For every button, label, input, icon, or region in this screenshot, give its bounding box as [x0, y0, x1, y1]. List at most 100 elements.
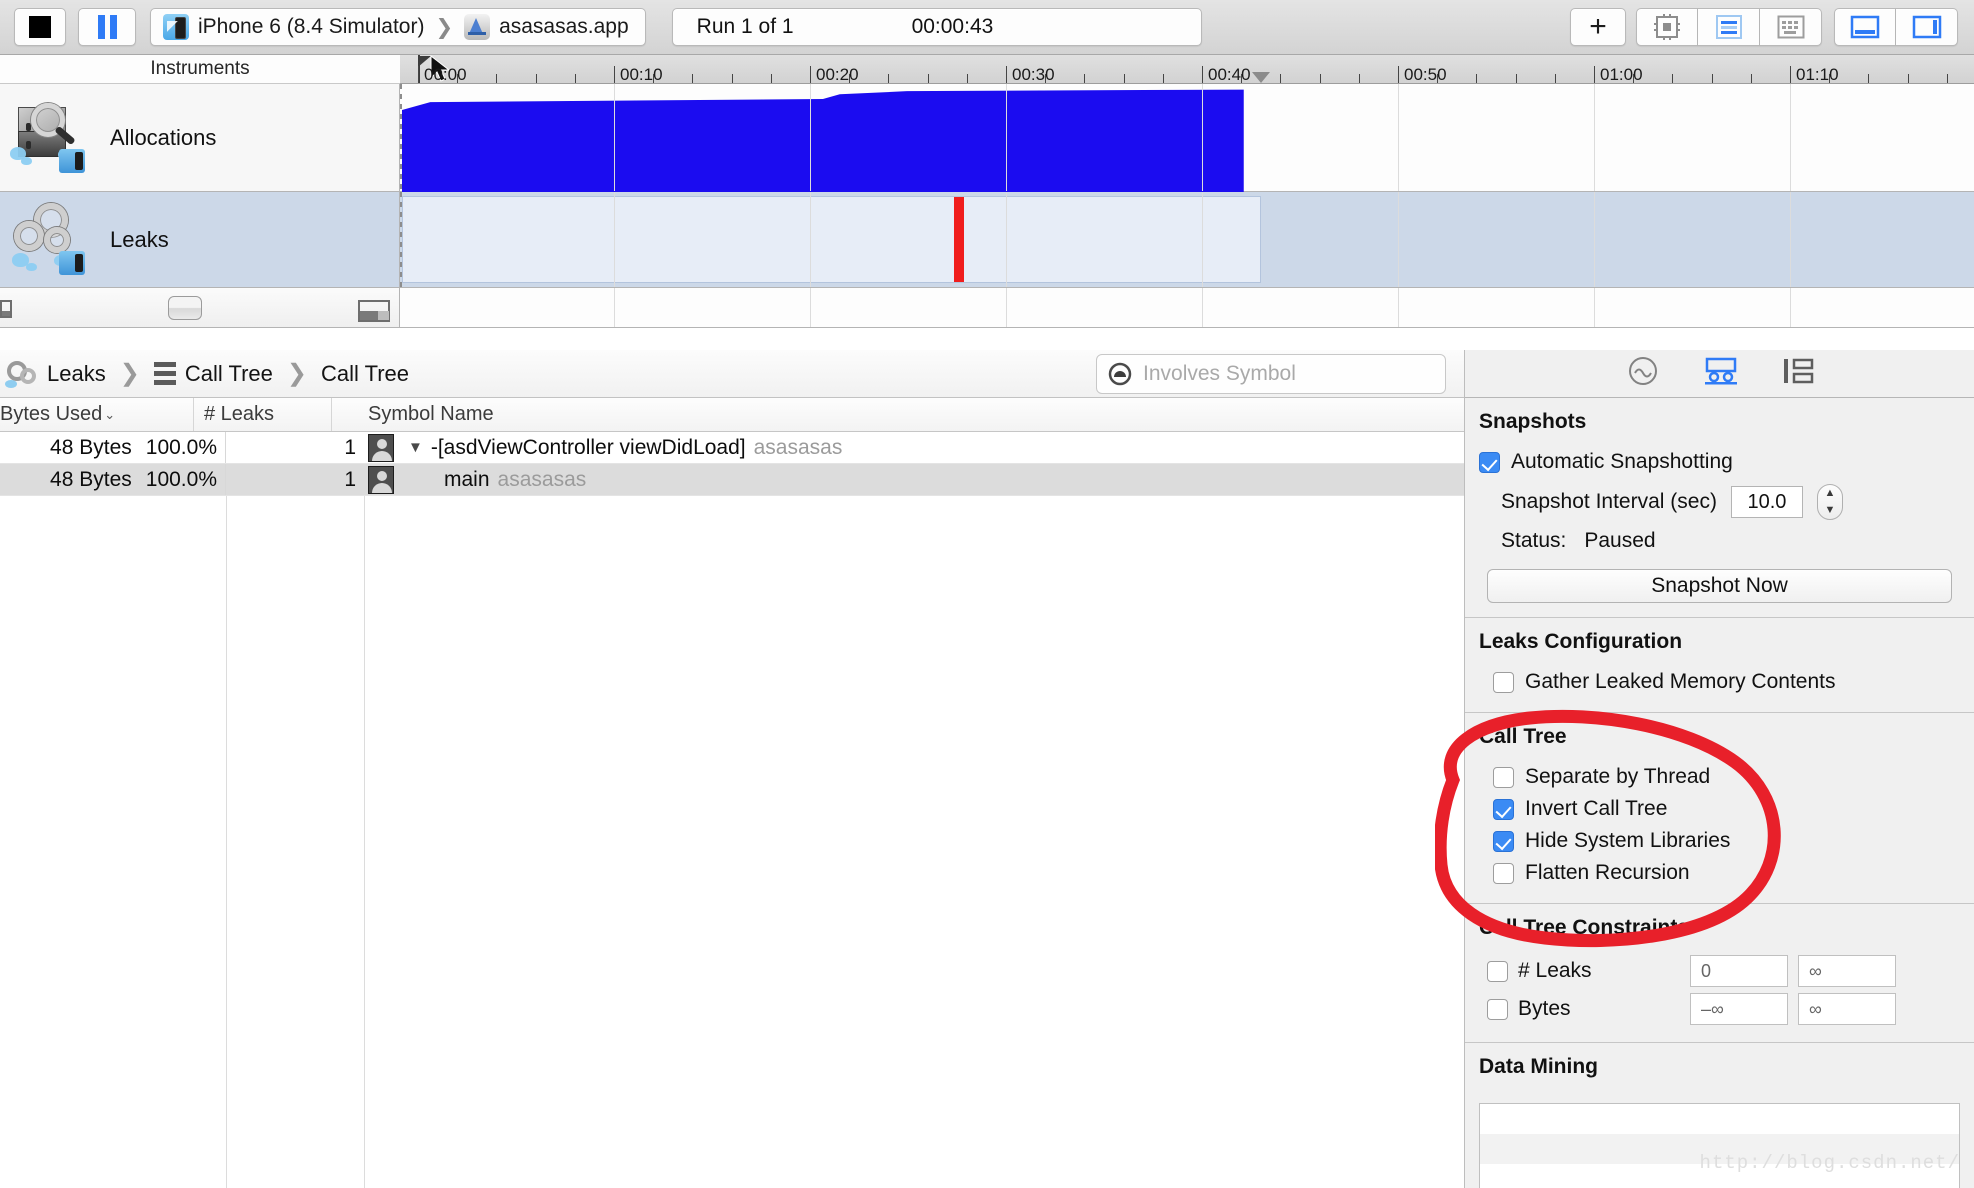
- toggle-right-panel-button[interactable]: [1896, 8, 1958, 46]
- view-mode-group: [1636, 8, 1822, 46]
- plus-icon: +: [1589, 10, 1607, 43]
- zoom-out-icon[interactable]: [0, 300, 24, 318]
- target-selector[interactable]: iPhone 6 (8.4 Simulator) ❯ asasasas.app: [150, 8, 646, 46]
- row-invert-call-tree[interactable]: Invert Call Tree: [1465, 793, 1974, 825]
- row-flatten-recursion[interactable]: Flatten Recursion: [1465, 857, 1974, 889]
- stepper-snapshot-interval[interactable]: ▲ ▼: [1816, 484, 1843, 520]
- cpu-strategy-button[interactable]: [1636, 8, 1698, 46]
- ruler-tick-minor: [1123, 74, 1125, 83]
- row-constraint-num-leaks[interactable]: # Leaks 0 ∞: [1465, 952, 1974, 990]
- jumpbar-level1[interactable]: Call Tree: [153, 361, 273, 387]
- hamburger-menu-icon[interactable]: [153, 362, 176, 385]
- tab-display-settings[interactable]: [1704, 355, 1738, 392]
- detail-view-button[interactable]: [1698, 8, 1760, 46]
- data-mining-list[interactable]: [1479, 1103, 1960, 1188]
- row-hide-system-libraries[interactable]: Hide System Libraries: [1465, 825, 1974, 857]
- row-library-value: asasasas: [753, 435, 843, 459]
- jumpbar-level2[interactable]: Call Tree: [321, 361, 409, 387]
- input-num-leaks-max[interactable]: ∞: [1798, 955, 1896, 987]
- checkbox-separate-by-thread[interactable]: [1493, 766, 1514, 788]
- row-snapshot-interval[interactable]: Snapshot Interval (sec) 10.0 ▲ ▼: [1465, 478, 1974, 524]
- run-count-label: Run 1 of 1: [696, 15, 794, 38]
- tab-record-settings[interactable]: [1626, 354, 1660, 393]
- track-zoom-bar[interactable]: [0, 288, 400, 328]
- section-snapshots: Snapshots Automatic Snapshotting Snapsho…: [1465, 398, 1974, 618]
- row-gather-leaked-memory[interactable]: Gather Leaked Memory Contents: [1465, 666, 1974, 698]
- table-row[interactable]: 48 Bytes 100.0% 1 ▼ -[asdViewController …: [0, 432, 1464, 464]
- track-graph-allocations[interactable]: [400, 84, 1974, 246]
- row-separate-by-thread[interactable]: Separate by Thread: [1465, 761, 1974, 793]
- tab-extended-detail[interactable]: [1782, 355, 1814, 392]
- timeline-footer-ruler: [400, 288, 1974, 328]
- section-call-tree: Call Tree Separate by Thread Invert Call…: [1465, 713, 1974, 904]
- timeline-gridline: [1006, 288, 1007, 327]
- console-keyboard-icon: [1777, 15, 1804, 39]
- snapshot-now-button[interactable]: Snapshot Now: [1487, 569, 1952, 603]
- bottom-panel-toggle-icon: [1850, 15, 1880, 39]
- checkbox-constraint-bytes[interactable]: [1487, 998, 1508, 1020]
- table-row[interactable]: 48 Bytes 100.0% 1 main asasasas: [0, 464, 1464, 496]
- thread-person-icon: [368, 433, 394, 462]
- timeline-gridline: [810, 192, 811, 287]
- cpu-chip-icon: [1654, 14, 1680, 40]
- ruler-tick-minor: [1162, 74, 1164, 83]
- stepper-down-icon[interactable]: ▼: [1824, 505, 1835, 516]
- row-constraint-bytes[interactable]: Bytes –∞ ∞: [1465, 990, 1974, 1028]
- stop-button[interactable]: [14, 8, 66, 46]
- input-snapshot-interval[interactable]: 10.0: [1730, 486, 1803, 518]
- section-title-call-tree-constraints: Call Tree Constraints: [1479, 916, 1690, 939]
- column-header-symbol-name[interactable]: Symbol Name: [332, 398, 1464, 431]
- ruler-tick-major: [810, 66, 811, 83]
- disclosure-triangle-icon[interactable]: ▼: [408, 439, 423, 456]
- column-label-bytes-used: Bytes Used: [0, 403, 103, 425]
- row-automatic-snapshotting[interactable]: Automatic Snapshotting: [1465, 446, 1974, 478]
- timeline-ruler[interactable]: 00:00 00:10 00:20 00:30 00:40 00:50 01:00 01:10: [400, 55, 1974, 84]
- column-header-bytes-used[interactable]: Bytes Used ⌄: [0, 398, 194, 431]
- section-title-leaks-configuration: Leaks Configuration: [1479, 630, 1683, 653]
- leak-event-marker[interactable]: [953, 197, 964, 282]
- search-input[interactable]: [1143, 361, 1435, 386]
- track-row-leaks[interactable]: Leaks: [0, 192, 1974, 288]
- detail-list-icon: [1715, 15, 1742, 39]
- ruler-tick-minor: [1750, 74, 1752, 83]
- jumpbar-instrument[interactable]: Leaks: [0, 359, 106, 389]
- call-tree-table-body[interactable]: 48 Bytes 100.0% 1 ▼ -[asdViewController …: [0, 432, 1464, 1188]
- display-settings-icon: [1704, 357, 1737, 385]
- checkbox-automatic-snapshotting[interactable]: [1479, 451, 1500, 473]
- watermark-text: http://blog.csdn.net/: [1699, 1152, 1960, 1174]
- timeline-gridline: [1202, 84, 1203, 191]
- ruler-tick-minor: [1280, 74, 1282, 83]
- involves-symbol-search[interactable]: [1096, 353, 1446, 394]
- run-status-field[interactable]: Run 1 of 1 00:00:43: [671, 8, 1202, 46]
- ruler-tick-minor: [574, 74, 576, 83]
- checkbox-gather-leaked-memory[interactable]: [1493, 671, 1514, 693]
- add-instrument-button[interactable]: +: [1570, 8, 1626, 46]
- column-header-num-leaks[interactable]: # Leaks: [194, 398, 332, 431]
- checkbox-hide-system-libraries[interactable]: [1493, 830, 1514, 852]
- section-title-call-tree: Call Tree: [1479, 725, 1567, 748]
- pause-button[interactable]: [78, 8, 136, 46]
- toggle-bottom-panel-button[interactable]: [1834, 8, 1896, 46]
- console-view-button[interactable]: [1760, 8, 1822, 46]
- track-graph-leaks[interactable]: [400, 192, 1974, 288]
- zoom-slider-thumb[interactable]: [168, 296, 202, 320]
- instruments-label: Instruments: [150, 58, 250, 79]
- track-row-allocations[interactable]: Allocations: [0, 84, 1974, 246]
- ruler-tick-minor: [1437, 74, 1439, 83]
- label-flatten-recursion: Flatten Recursion: [1525, 861, 1690, 884]
- section-leaks-configuration: Leaks Configuration Gather Leaked Memory…: [1465, 618, 1974, 713]
- selection-end-marker-icon[interactable]: [1251, 72, 1270, 83]
- checkbox-constraint-num-leaks[interactable]: [1487, 960, 1508, 982]
- input-num-leaks-min[interactable]: 0: [1690, 955, 1788, 987]
- stepper-up-icon[interactable]: ▲: [1824, 488, 1835, 499]
- checkbox-invert-call-tree[interactable]: [1493, 798, 1514, 820]
- cell-num-leaks: 1: [226, 464, 364, 495]
- input-bytes-min[interactable]: –∞: [1690, 993, 1788, 1025]
- label-gather-leaked-memory: Gather Leaked Memory Contents: [1525, 670, 1836, 693]
- track-header-leaks[interactable]: Leaks: [0, 192, 400, 288]
- checkbox-flatten-recursion[interactable]: [1493, 862, 1514, 884]
- input-bytes-max[interactable]: ∞: [1798, 993, 1896, 1025]
- involves-symbol-icon[interactable]: [1107, 361, 1133, 387]
- zoom-in-icon[interactable]: [358, 300, 390, 322]
- track-header-allocations[interactable]: Allocations: [0, 84, 400, 192]
